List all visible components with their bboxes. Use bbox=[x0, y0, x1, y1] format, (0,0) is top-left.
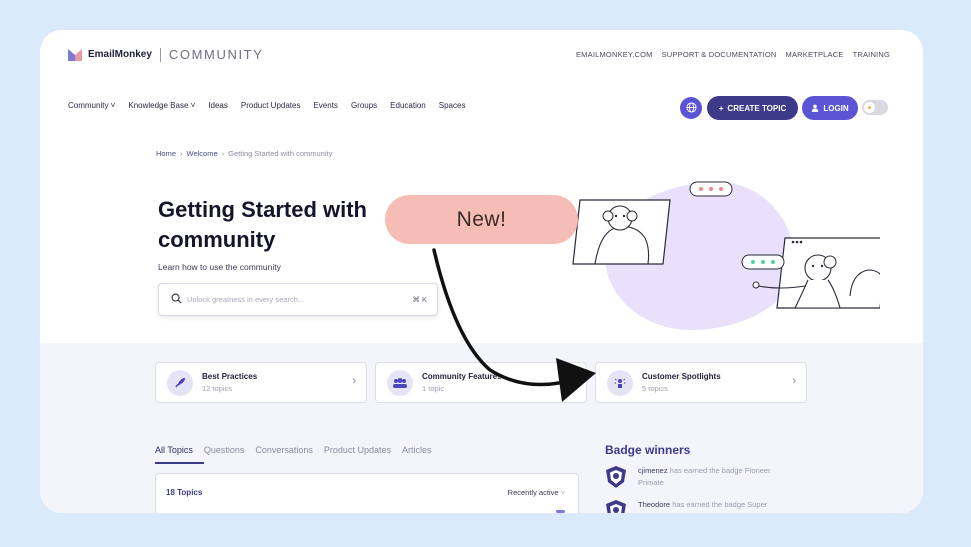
top-bar: EmailMonkey COMMUNITY EMAILMONKEY.COM SU… bbox=[40, 30, 923, 80]
breadcrumb: Home › Welcome › Getting Started with co… bbox=[156, 149, 332, 158]
create-topic-label: CREATE TOPIC bbox=[727, 103, 787, 113]
badge-shield-icon bbox=[606, 466, 626, 488]
tab-articles[interactable]: Articles bbox=[402, 445, 432, 455]
app-window: EmailMonkey COMMUNITY EMAILMONKEY.COM SU… bbox=[40, 30, 923, 513]
nav-events[interactable]: Events bbox=[313, 101, 337, 110]
user-icon bbox=[812, 104, 819, 112]
brand-name: EmailMonkey bbox=[88, 49, 152, 60]
community-wordmark: COMMUNITY bbox=[168, 47, 264, 62]
top-link-emailmonkey[interactable]: EMAILMONKEY.COM bbox=[576, 50, 653, 59]
theme-toggle[interactable] bbox=[862, 100, 888, 115]
breadcrumb-home[interactable]: Home bbox=[156, 149, 176, 158]
globe-icon bbox=[685, 102, 697, 113]
card-subtitle: 12 topics bbox=[202, 384, 233, 393]
rocket-icon bbox=[167, 370, 193, 396]
breadcrumb-separator-icon: › bbox=[180, 149, 183, 158]
category-card-customer-spotlights[interactable]: Customer Spotlights 5 topics › bbox=[595, 362, 807, 403]
create-topic-button[interactable]: + CREATE TOPIC bbox=[707, 96, 798, 120]
plus-icon: + bbox=[718, 103, 724, 113]
new-annotation-pill: New! bbox=[385, 195, 578, 244]
chevron-right-icon: › bbox=[352, 375, 356, 387]
login-button[interactable]: LOGIN bbox=[802, 96, 858, 120]
category-card-best-practices[interactable]: Best Practices 12 topics › bbox=[155, 362, 367, 403]
nav-community[interactable]: Community ˅ bbox=[68, 101, 115, 110]
chevron-right-icon: › bbox=[792, 375, 796, 387]
card-title: Best Practices bbox=[202, 372, 258, 381]
card-subtitle: 5 topics bbox=[642, 384, 668, 393]
topics-list: 18 Topics Recently active ˅ bbox=[155, 473, 579, 513]
nav-spaces[interactable]: Spaces bbox=[439, 101, 466, 110]
language-globe-button[interactable] bbox=[680, 97, 702, 119]
badge-winner-user[interactable]: cjimenez bbox=[638, 466, 668, 475]
topic-tabs: All Topics Questions Conversations Produ… bbox=[155, 445, 431, 455]
breadcrumb-separator-icon: › bbox=[221, 149, 225, 158]
page-title: Getting Started with community bbox=[158, 197, 367, 252]
badge-winner-text: Theodore has earned the badge Super bbox=[638, 499, 798, 511]
tab-questions[interactable]: Questions bbox=[204, 445, 245, 455]
logo[interactable]: EmailMonkey COMMUNITY bbox=[68, 47, 263, 62]
tab-product-updates[interactable]: Product Updates bbox=[324, 445, 391, 455]
badge-winner-text: cjimenez has earned the badge Pioneer Pr… bbox=[638, 465, 798, 489]
badge-winner-description: has earned the badge Super bbox=[670, 500, 768, 509]
sun-icon bbox=[868, 106, 871, 109]
main-nav: Community ˅ Knowledge Base ˅ Ideas Produ… bbox=[68, 101, 465, 110]
annotation-arrow-icon bbox=[432, 248, 596, 402]
page-subtitle: Learn how to use the community bbox=[158, 262, 281, 272]
nav-groups[interactable]: Groups bbox=[351, 101, 377, 110]
tab-all-topics[interactable]: All Topics bbox=[155, 445, 193, 455]
badge-winner-user[interactable]: Theodore bbox=[638, 500, 670, 509]
search-placeholder: Unlock greatness in every search... bbox=[187, 295, 305, 304]
search-icon bbox=[171, 293, 182, 304]
envelope-logo-icon bbox=[68, 48, 82, 61]
tab-conversations[interactable]: Conversations bbox=[255, 445, 313, 455]
nav-ideas[interactable]: Ideas bbox=[208, 101, 228, 110]
top-link-training[interactable]: TRAINING bbox=[853, 50, 890, 59]
chevron-down-icon: ˅ bbox=[560, 488, 565, 497]
badge-winners-heading: Badge winners bbox=[605, 443, 691, 457]
top-link-support[interactable]: SUPPORT & DOCUMENTATION bbox=[662, 50, 777, 59]
badge-shield-icon bbox=[606, 500, 626, 513]
active-tab-indicator bbox=[155, 462, 204, 464]
search-input[interactable]: Unlock greatness in every search... ⌘ K bbox=[158, 283, 438, 316]
breadcrumb-welcome[interactable]: Welcome bbox=[187, 149, 218, 158]
logo-divider bbox=[159, 47, 161, 62]
topic-count: 18 Topics bbox=[166, 488, 203, 497]
nav-product-updates[interactable]: Product Updates bbox=[241, 101, 301, 110]
people-icon bbox=[387, 370, 413, 396]
card-title: Customer Spotlights bbox=[642, 372, 721, 381]
top-links: EMAILMONKEY.COM SUPPORT & DOCUMENTATION … bbox=[576, 50, 890, 59]
nav-education[interactable]: Education bbox=[390, 101, 426, 110]
top-link-marketplace[interactable]: MARKETPLACE bbox=[786, 50, 844, 59]
sort-label: Recently active bbox=[507, 488, 559, 497]
scrollbar[interactable] bbox=[556, 510, 565, 513]
login-label: LOGIN bbox=[823, 103, 849, 113]
breadcrumb-current: Getting Started with community bbox=[228, 149, 333, 158]
nav-knowledge-base[interactable]: Knowledge Base ˅ bbox=[128, 101, 195, 110]
sort-dropdown[interactable]: Recently active ˅ bbox=[508, 488, 565, 497]
